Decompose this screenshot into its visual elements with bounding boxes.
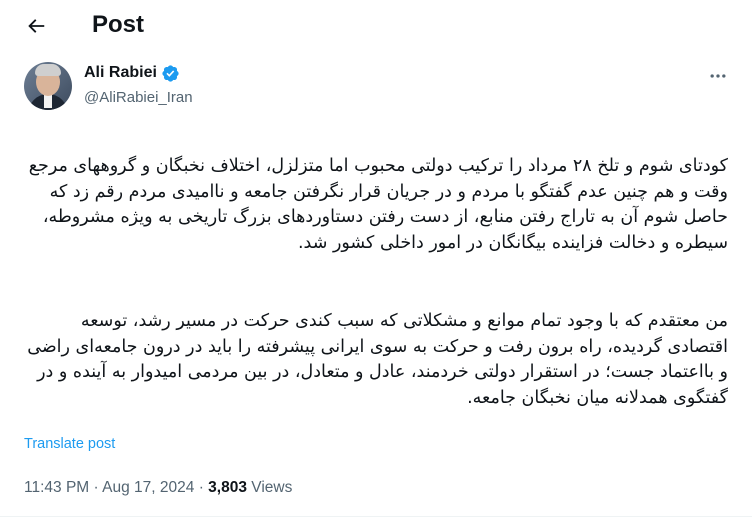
post-meta: 11:43 PM · Aug 17, 2024 · 3,803 Views bbox=[24, 478, 292, 498]
divider bbox=[0, 516, 752, 517]
back-button[interactable] bbox=[20, 10, 52, 42]
post-body: کودتای شوم و تلخ ۲۸ مرداد را ترکیب دولتی… bbox=[24, 128, 728, 438]
arrow-left-icon bbox=[28, 19, 45, 33]
more-dots-icon bbox=[710, 74, 726, 78]
post-date[interactable]: Aug 17, 2024 bbox=[102, 479, 194, 496]
translate-post-link[interactable]: Translate post bbox=[24, 436, 115, 452]
post-time[interactable]: 11:43 PM bbox=[24, 479, 89, 496]
post-paragraph: کودتای شوم و تلخ ۲۸ مرداد را ترکیب دولتی… bbox=[28, 155, 728, 254]
author-handle[interactable]: @AliRabiei_Iran bbox=[84, 88, 193, 108]
views-count: 3,803 bbox=[208, 479, 247, 496]
page-title: Post bbox=[92, 11, 145, 38]
avatar[interactable] bbox=[24, 62, 72, 110]
post-header: Post bbox=[0, 0, 752, 50]
post-paragraph: من معتقدم که با وجود تمام موانع و مشکلات… bbox=[27, 310, 728, 409]
meta-separator: · bbox=[93, 479, 99, 496]
meta-separator: · bbox=[198, 479, 204, 496]
author-display-name[interactable]: Ali Rabiei bbox=[84, 63, 157, 83]
verified-badge-icon bbox=[162, 64, 179, 82]
views-label: Views bbox=[251, 479, 293, 496]
more-options-button[interactable] bbox=[704, 64, 732, 88]
author-name-row[interactable]: Ali Rabiei bbox=[84, 63, 180, 83]
